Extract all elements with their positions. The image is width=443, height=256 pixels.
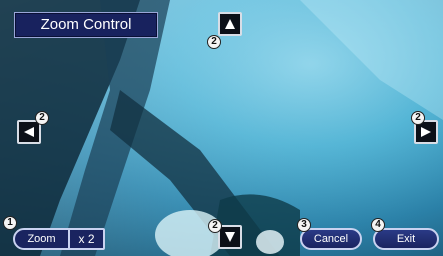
scroll-up-button[interactable] — [218, 12, 242, 36]
arrow-up-icon — [225, 19, 235, 29]
arrow-right-icon — [421, 127, 431, 137]
zoom-level-value: x 2 — [78, 232, 95, 246]
zoom-button[interactable]: Zoom — [15, 230, 70, 248]
scroll-down-button[interactable] — [218, 225, 242, 249]
callout-badge-zoom: 1 — [3, 216, 17, 230]
arrow-left-icon — [24, 127, 34, 137]
callout-badge-up: 2 — [207, 35, 221, 49]
callout-badge-down: 2 — [208, 219, 222, 233]
callout-badge-exit: 4 — [371, 218, 385, 232]
arrow-down-icon — [225, 232, 235, 242]
cancel-button[interactable]: Cancel — [300, 228, 362, 250]
page-title: Zoom Control — [14, 12, 158, 38]
callout-badge-right: 2 — [411, 111, 425, 125]
callout-badge-left: 2 — [35, 111, 49, 125]
zoom-control-group: Zoom x 2 — [13, 228, 105, 250]
callout-badge-cancel: 3 — [297, 218, 311, 232]
zoom-screen: Zoom Control 2 2 2 2 Zoom x 2 1 Cancel 3… — [0, 0, 443, 256]
exit-button[interactable]: Exit — [373, 228, 439, 250]
